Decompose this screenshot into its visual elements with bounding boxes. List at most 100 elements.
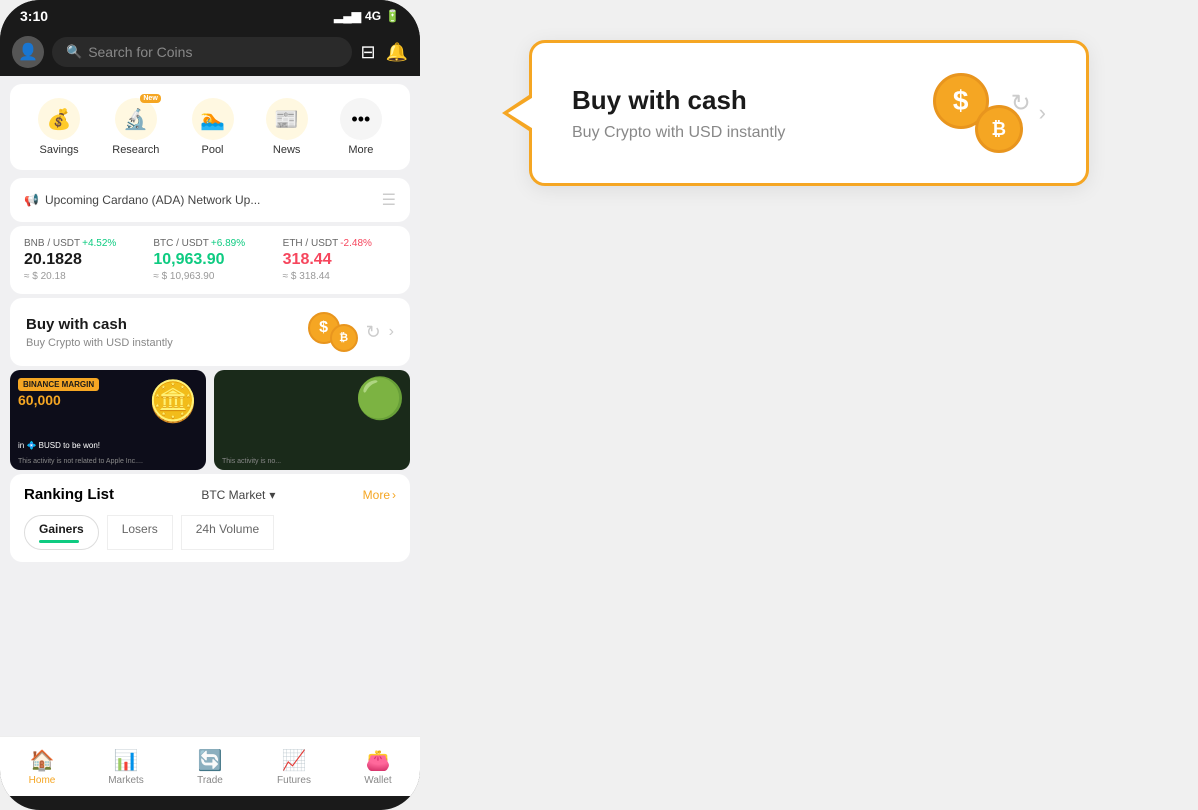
sidebar-item-more[interactable]: ••• More — [340, 98, 382, 156]
pool-label: Pool — [201, 144, 223, 156]
callout-text: Buy with cash Buy Crypto with USD instan… — [572, 85, 785, 142]
btc-usd: ≈ $ 10,963.90 — [153, 271, 266, 282]
chevron-right-icon: › — [389, 323, 394, 341]
btc-coin: ₿ — [330, 324, 358, 352]
status-icons: ▂▄▆ 4G 🔋 — [334, 9, 400, 23]
bnb-pair: BNB / USDT +4.52% — [24, 238, 137, 249]
sidebar-item-research[interactable]: 🔬 New Research — [112, 98, 159, 156]
callout-coins: $ ₿ ↻ — [933, 73, 1023, 153]
eth-pair: ETH / USDT -2.48% — [283, 238, 396, 249]
futures-label: Futures — [277, 775, 311, 786]
notification-button[interactable]: 🔔 — [386, 42, 408, 63]
eth-usd: ≈ $ 318.44 — [283, 271, 396, 282]
pool-icon: 🏊 — [192, 98, 234, 140]
research-icon: 🔬 New — [115, 98, 157, 140]
ranking-tabs: Gainers Losers 24h Volume — [24, 515, 396, 550]
home-label: Home — [29, 775, 56, 786]
callout-title: Buy with cash — [572, 85, 785, 116]
savings-icon: 💰 — [38, 98, 80, 140]
market-label: BTC Market — [201, 488, 265, 502]
nav-wallet[interactable]: 👛 Wallet — [336, 748, 420, 786]
avatar-icon: 👤 — [18, 42, 38, 62]
buy-cash-subtitle: Buy Crypto with USD instantly — [26, 337, 173, 349]
nav-icons: ⊟ 🔔 — [360, 42, 408, 63]
bottom-nav: 🏠 Home 📊 Markets 🔄 Trade 📈 Futures 👛 Wal… — [0, 736, 420, 796]
news-icon: 📰 — [266, 98, 308, 140]
battery-icon: 🔋 — [385, 9, 400, 23]
coin-stack: $ ₿ — [308, 312, 358, 352]
price-card: BNB / USDT +4.52% 20.1828 ≈ $ 20.18 BTC … — [10, 226, 410, 294]
signal-icon: ▂▄▆ — [334, 9, 361, 23]
nav-home[interactable]: 🏠 Home — [0, 748, 84, 786]
announcement-icon: 📢 — [24, 193, 39, 207]
banner-right[interactable]: 🟢 This activity is no... — [214, 370, 410, 470]
markets-label: Markets — [108, 775, 144, 786]
callout-subtitle: Buy Crypto with USD instantly — [572, 124, 785, 142]
phone-frame: 3:10 ▂▄▆ 4G 🔋 👤 🔍 Search for Coins ⊟ 🔔 💰 — [0, 0, 420, 810]
nav-trade[interactable]: 🔄 Trade — [168, 748, 252, 786]
ranking-header: Ranking List BTC Market ▾ More › — [24, 486, 396, 503]
tether-coin-icon: 🟢 — [355, 375, 405, 422]
price-item-eth[interactable]: ETH / USDT -2.48% 318.44 ≈ $ 318.44 — [283, 238, 396, 282]
callout-area: Buy with cash Buy Crypto with USD instan… — [420, 0, 1198, 226]
banner-disclaimer-left: This activity is not related to Apple In… — [18, 458, 143, 465]
list-icon: ☰ — [382, 190, 396, 210]
search-bar[interactable]: 🔍 Search for Coins — [52, 37, 352, 67]
buy-cash-title: Buy with cash — [26, 316, 173, 333]
banner-amount: 60,000 — [18, 392, 61, 408]
callout-chevron-icon: › — [1039, 100, 1046, 126]
more-icon: ••• — [340, 98, 382, 140]
eth-value: 318.44 — [283, 251, 396, 269]
price-item-btc[interactable]: BTC / USDT +6.89% 10,963.90 ≈ $ 10,963.9… — [153, 238, 266, 282]
tab-gainers[interactable]: Gainers — [24, 515, 99, 550]
buy-cash-card[interactable]: Buy with cash Buy Crypto with USD instan… — [10, 298, 410, 366]
markets-icon: 📊 — [114, 748, 139, 773]
announcement-card[interactable]: 📢 Upcoming Cardano (ADA) Network Up... ☰ — [10, 178, 410, 222]
btc-pair: BTC / USDT +6.89% — [153, 238, 266, 249]
sidebar-item-savings[interactable]: 💰 Savings — [38, 98, 80, 156]
scan-button[interactable]: ⊟ — [360, 42, 375, 63]
price-item-bnb[interactable]: BNB / USDT +4.52% 20.1828 ≈ $ 20.18 — [24, 238, 137, 282]
network-label: 4G — [365, 9, 381, 23]
banner-left[interactable]: BINANCE MARGIN 60,000 🪙 in 💠 BUSD to be … — [10, 370, 206, 470]
search-placeholder: Search for Coins — [88, 44, 192, 60]
trade-icon: 🔄 — [198, 748, 223, 773]
price-row: BNB / USDT +4.52% 20.1828 ≈ $ 20.18 BTC … — [24, 238, 396, 282]
wallet-label: Wallet — [364, 775, 391, 786]
bnb-usd: ≈ $ 20.18 — [24, 271, 137, 282]
nav-futures[interactable]: 📈 Futures — [252, 748, 336, 786]
banner-row: BINANCE MARGIN 60,000 🪙 in 💠 BUSD to be … — [10, 370, 410, 470]
callout-box[interactable]: Buy with cash Buy Crypto with USD instan… — [529, 40, 1089, 186]
top-nav: 👤 🔍 Search for Coins ⊟ 🔔 — [0, 28, 420, 76]
announcement-text: 📢 Upcoming Cardano (ADA) Network Up... — [24, 193, 260, 207]
wallet-icon: 👛 — [366, 748, 391, 773]
nav-markets[interactable]: 📊 Markets — [84, 748, 168, 786]
ranking-more[interactable]: More › — [363, 488, 396, 502]
more-label-ranking: More — [363, 488, 390, 502]
active-tab-indicator — [39, 540, 79, 543]
ranking-title: Ranking List — [24, 486, 114, 503]
sidebar-item-pool[interactable]: 🏊 Pool — [192, 98, 234, 156]
quick-links-card: 💰 Savings 🔬 New Research 🏊 Pool 📰 Ne — [10, 84, 410, 170]
sidebar-item-news[interactable]: 📰 News — [266, 98, 308, 156]
banner-currency: in 💠 BUSD to be won! — [18, 441, 100, 450]
futures-icon: 📈 — [282, 748, 307, 773]
home-icon: 🏠 — [30, 748, 55, 773]
announcement-content: Upcoming Cardano (ADA) Network Up... — [45, 193, 260, 207]
more-chevron-icon: › — [392, 488, 396, 502]
avatar[interactable]: 👤 — [12, 36, 44, 68]
ranking-market[interactable]: BTC Market ▾ — [201, 488, 275, 502]
quick-links: 💰 Savings 🔬 New Research 🏊 Pool 📰 Ne — [22, 98, 398, 156]
tab-24h-volume[interactable]: 24h Volume — [181, 515, 274, 550]
bnb-value: 20.1828 — [24, 251, 137, 269]
research-label: Research — [112, 144, 159, 156]
trade-label: Trade — [197, 775, 223, 786]
news-label: News — [273, 144, 301, 156]
btc-value: 10,963.90 — [153, 251, 266, 269]
buy-cash-right: $ ₿ ↻ › — [308, 312, 394, 352]
tab-losers[interactable]: Losers — [107, 515, 173, 550]
refresh-arrow-icon: ↻ — [366, 322, 381, 343]
phone-content: 💰 Savings 🔬 New Research 🏊 Pool 📰 Ne — [0, 76, 420, 736]
ranking-card: Ranking List BTC Market ▾ More › Gainers… — [10, 474, 410, 562]
status-bar: 3:10 ▂▄▆ 4G 🔋 — [0, 0, 420, 28]
